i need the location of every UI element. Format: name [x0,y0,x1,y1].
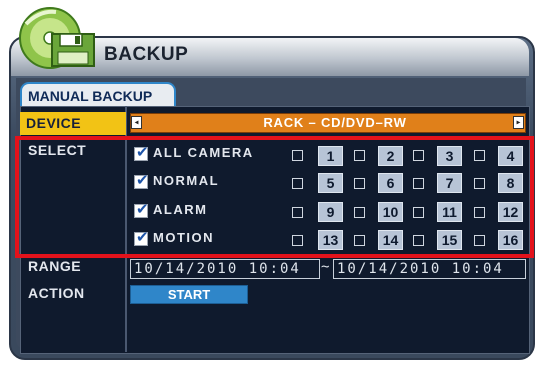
backup-disc-icon [19,7,95,69]
range-end-field[interactable]: 10/14/2010 10:04 [333,259,526,279]
device-label: DEVICE [20,112,126,135]
window-title: BACKUP [104,44,189,65]
range-label: RANGE [28,258,82,274]
start-button[interactable]: START [130,285,248,304]
select-highlight-box [15,136,534,258]
device-value: RACK – CD/DVD–RW [263,115,407,130]
range-separator: ~ [321,259,330,275]
tab-manual-backup[interactable]: MANUAL BACKUP [20,82,176,106]
range-start-field[interactable]: 10/14/2010 10:04 [130,259,320,279]
action-label: ACTION [28,285,85,301]
device-next-arrow-icon[interactable]: ▸ [513,116,524,129]
device-prev-arrow-icon[interactable]: ◂ [131,116,142,129]
